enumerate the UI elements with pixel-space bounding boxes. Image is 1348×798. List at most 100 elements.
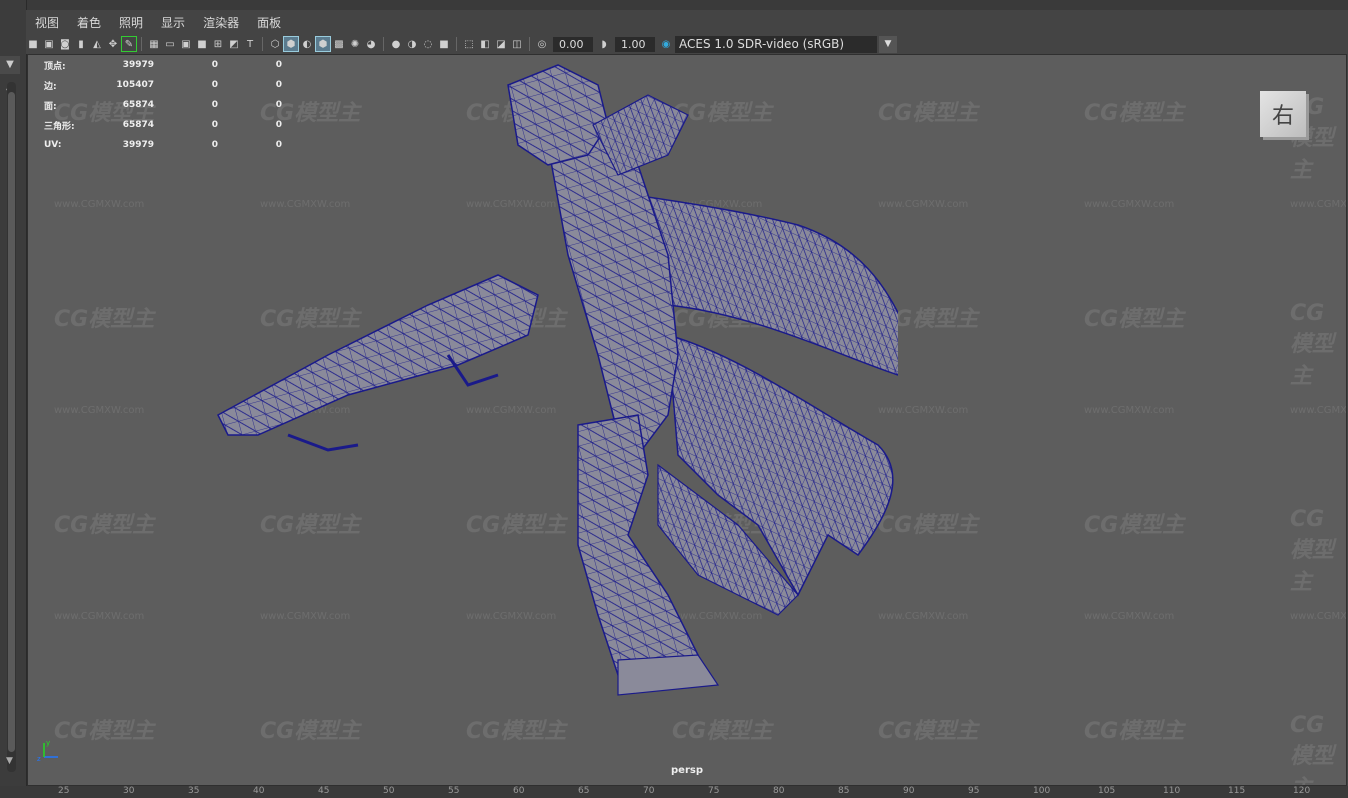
- menu-view[interactable]: 视图: [26, 14, 68, 31]
- watermark-logo: CG模型主: [54, 513, 155, 538]
- hud-label: UV:: [44, 140, 62, 150]
- ruler-tick-label: 25: [58, 786, 70, 796]
- menu-shading[interactable]: 着色: [68, 14, 110, 31]
- anti-aliasing-icon[interactable]: ◌: [421, 37, 435, 51]
- xray-icon[interactable]: ◧: [478, 37, 492, 51]
- panel-dropdown-arrow-icon[interactable]: ▼: [0, 56, 20, 74]
- bookmark-camera-icon[interactable]: ◙: [58, 37, 72, 51]
- isolate-select-icon[interactable]: ⬚: [462, 37, 476, 51]
- 3d-viewport[interactable]: CG模型主 CG模型主 CG模型主 CG模型主 CG模型主 CG模型主 CG模型主 CG模型主…: [27, 54, 1347, 786]
- exposure-icon[interactable]: ◎: [535, 37, 549, 51]
- lights-icon[interactable]: ✺: [348, 37, 362, 51]
- watermark-url: www.CGMXW.com: [54, 405, 145, 416]
- watermark-logo: CG模型主: [54, 307, 155, 332]
- textured-icon[interactable]: ▩: [332, 37, 346, 51]
- hud-value: 39979: [122, 140, 154, 150]
- camera-icon[interactable]: ■: [26, 37, 40, 51]
- time-ruler[interactable]: 25 30 35 40 45 50 55 60 65 70 75 80 85 90 95 100 105 110 1…: [0, 786, 1348, 798]
- hud-label: 面:: [44, 101, 57, 112]
- panel-menu-bar: 视图 着色 照明 显示 渲染器 面板: [26, 10, 1348, 34]
- wireframe-on-shaded-icon[interactable]: ⬢: [315, 36, 331, 52]
- xray-active-components-icon[interactable]: ◪: [494, 37, 508, 51]
- color-management-icon[interactable]: ◉: [659, 37, 673, 51]
- ruler-tick-label: 90: [903, 786, 915, 796]
- hud-label: 边:: [44, 81, 57, 92]
- hud-value: 105407: [116, 80, 154, 90]
- color-space-select[interactable]: ACES 1.0 SDR-video (sRGB): [675, 35, 877, 53]
- color-space-dropdown-icon[interactable]: ▼: [879, 35, 897, 53]
- gamma-field[interactable]: 1.00: [615, 36, 655, 52]
- svg-text:z: z: [37, 755, 41, 763]
- resolution-gate-icon[interactable]: ▣: [179, 37, 193, 51]
- ruler-tick-label: 120: [1293, 786, 1311, 796]
- separator: [529, 37, 530, 51]
- ruler-tick-label: 40: [253, 786, 265, 796]
- ruler-tick-label: 115: [1228, 786, 1246, 796]
- 2d-pan-zoom-icon[interactable]: ✥: [106, 37, 120, 51]
- watermark-logo: CG模型主: [1084, 513, 1185, 538]
- watermark-url: www.CGMXW.com: [54, 199, 145, 210]
- scrollbar-thumb[interactable]: [8, 92, 15, 752]
- top-edge: [0, 0, 1348, 10]
- safe-title-icon[interactable]: T: [243, 37, 257, 51]
- ruler-tick-label: 100: [1033, 786, 1051, 796]
- safe-action-icon[interactable]: ◩: [227, 37, 241, 51]
- camera-attributes-icon[interactable]: ▣: [42, 37, 56, 51]
- hud-value: 39979: [122, 60, 154, 70]
- watermark-logo: CG模型主: [1084, 101, 1185, 126]
- view-cube-label: 右: [1271, 104, 1294, 129]
- ruler-tick-label: 60: [513, 786, 525, 796]
- camera-name-label: persp: [671, 765, 703, 776]
- hud-value: 65874: [122, 120, 154, 130]
- color-space-label: ACES 1.0 SDR-video (sRGB): [679, 36, 845, 51]
- separator: [456, 37, 457, 51]
- ruler-tick-label: 105: [1098, 786, 1116, 796]
- separator: [141, 37, 142, 51]
- character-wireframe-model[interactable]: [198, 55, 898, 785]
- ruler-tick-label: 80: [773, 786, 785, 796]
- ruler-tick-label: 65: [578, 786, 590, 796]
- wireframe-icon[interactable]: ⬡: [268, 37, 282, 51]
- grease-pencil-icon[interactable]: ✎: [121, 36, 137, 52]
- watermark-logo: CG模型主: [54, 719, 155, 744]
- bookmark-icon[interactable]: ▮: [74, 37, 88, 51]
- panel-toolbar: ■ ▣ ◙ ▮ ◭ ✥ ✎ ▦ ▭ ▣ ■ ⊞ ◩ T ⬡ ⬢ ◐ ⬢ ▩ ✺ …: [26, 34, 1348, 54]
- watermark-logo: CG模型主: [1084, 307, 1185, 332]
- ruler-tick-label: 35: [188, 786, 200, 796]
- watermark-url: www.CGMXW.com: [1290, 199, 1347, 210]
- depth-of-field-icon[interactable]: ■: [437, 37, 451, 51]
- svg-text:y: y: [46, 739, 50, 747]
- rifle-mesh: [217, 274, 539, 452]
- watermark-url: www.CGMXW.com: [1290, 405, 1347, 416]
- hud-label: 三角形:: [44, 121, 75, 132]
- shadows-icon[interactable]: ◕: [364, 37, 378, 51]
- hud-label: 顶点:: [44, 61, 66, 72]
- default-material-icon[interactable]: ◐: [300, 37, 314, 51]
- separator: [383, 37, 384, 51]
- xray-joints-icon[interactable]: ◫: [510, 37, 524, 51]
- body-mesh: [547, 134, 679, 457]
- field-chart-icon[interactable]: ⊞: [211, 37, 225, 51]
- menu-show[interactable]: 显示: [152, 14, 194, 31]
- menu-panels[interactable]: 面板: [248, 14, 290, 31]
- menu-lighting[interactable]: 照明: [110, 14, 152, 31]
- grid-icon[interactable]: ▦: [147, 37, 161, 51]
- ruler-tick-label: 30: [123, 786, 135, 796]
- motion-blur-icon[interactable]: ◑: [405, 37, 419, 51]
- ruler-tick-label: 95: [968, 786, 980, 796]
- watermark-url: www.CGMXW.com: [1290, 611, 1347, 622]
- film-gate-icon[interactable]: ▭: [163, 37, 177, 51]
- scroll-down-icon[interactable]: ▼: [6, 756, 13, 766]
- ruler-tick-label: 85: [838, 786, 850, 796]
- view-cube[interactable]: 右: [1260, 91, 1306, 137]
- exposure-field[interactable]: 0.00: [553, 36, 593, 52]
- ruler-tick-label: 55: [448, 786, 460, 796]
- gate-mask-icon[interactable]: ■: [195, 37, 209, 51]
- gamma-icon[interactable]: ◗: [597, 37, 611, 51]
- smooth-shade-icon[interactable]: ⬢: [283, 36, 299, 52]
- menu-renderer[interactable]: 渲染器: [194, 14, 248, 31]
- watermark-url: www.CGMXW.com: [1084, 199, 1175, 210]
- screen-space-ao-icon[interactable]: ●: [389, 37, 403, 51]
- ruler-tick-label: 110: [1163, 786, 1181, 796]
- image-plane-icon[interactable]: ◭: [90, 37, 104, 51]
